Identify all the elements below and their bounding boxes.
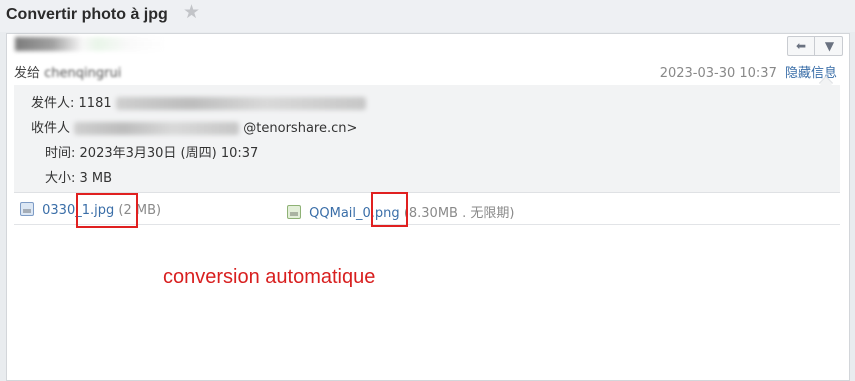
sent-to-name: chenqingrui bbox=[44, 66, 122, 81]
mail-details: 发件人: 1181 收件人 @tenorshare.cn> 时间: 2023年3… bbox=[14, 85, 840, 193]
redacted-recipient bbox=[74, 122, 240, 135]
size-label: 大小: bbox=[45, 171, 76, 186]
mail-date: 2023-03-30 10:37 bbox=[659, 66, 777, 81]
to-label: 收件人 bbox=[31, 121, 71, 136]
png-extension-highlight bbox=[371, 192, 408, 227]
from-value[interactable]: 1181 bbox=[79, 96, 112, 111]
annotation-text: conversion automatique bbox=[163, 266, 376, 288]
size-value: 3 MB bbox=[79, 171, 113, 186]
size-row: 大小: 3 MB bbox=[45, 167, 112, 186]
to-domain[interactable]: @tenorshare.cn> bbox=[243, 121, 357, 136]
to-row: 收件人 @tenorshare.cn> bbox=[31, 117, 357, 136]
time-value: 2023年3月30日 (周四) 10:37 bbox=[79, 146, 259, 161]
from-label: 发件人: bbox=[31, 96, 75, 111]
sent-to-prefix: 发给 bbox=[14, 66, 41, 81]
mail-navigation: ⬅ ▼ bbox=[787, 36, 843, 56]
jpg-extension-highlight bbox=[76, 193, 138, 228]
chevron-down-icon[interactable]: ▼ bbox=[816, 37, 843, 55]
redacted-sender bbox=[115, 97, 366, 110]
time-row: 时间: 2023年3月30日 (周四) 10:37 bbox=[45, 142, 258, 161]
attachment-meta: (8.30MB . 无限期) bbox=[403, 206, 515, 221]
date-line: 2023-03-30 10:37 隐藏信息 bbox=[660, 62, 837, 81]
reply-arrow-icon[interactable]: ⬅ bbox=[788, 37, 815, 55]
page-title: Convertir photo à jpg bbox=[6, 6, 168, 23]
title-bar: Convertir photo à jpg ★ bbox=[0, 0, 855, 32]
jpg-file-icon bbox=[20, 202, 34, 216]
time-label: 时间: bbox=[45, 146, 76, 161]
redacted-subject bbox=[15, 37, 165, 51]
from-row: 发件人: 1181 bbox=[31, 92, 366, 111]
star-icon[interactable]: ★ bbox=[183, 3, 200, 22]
png-file-icon bbox=[287, 205, 301, 219]
sent-to-line: 发给 chenqingrui bbox=[14, 62, 121, 81]
